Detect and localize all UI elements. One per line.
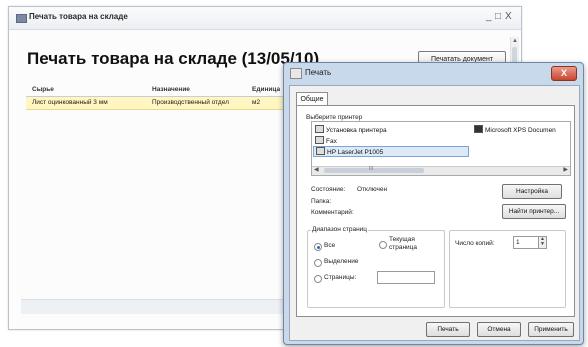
- printer-icon: [316, 147, 325, 155]
- status-label: Состояние:: [311, 186, 346, 193]
- app-icon: [16, 14, 27, 23]
- maximize-button[interactable]: □: [495, 11, 501, 22]
- table-header: Сырье Назначение Единица: [26, 85, 288, 97]
- radio-all-label: Все: [324, 242, 336, 249]
- printer-list[interactable]: Установка принтера Microsoft XPS Documen…: [311, 121, 571, 176]
- copies-input[interactable]: 1: [513, 236, 539, 249]
- xps-printer-icon: [474, 125, 483, 133]
- status-strip: [21, 299, 286, 314]
- tab-panel-general: Выберите принтер Установка принтера Micr…: [296, 105, 575, 317]
- column-header-unit[interactable]: Единица: [252, 86, 280, 93]
- dialog-title: Печать: [305, 68, 332, 77]
- scroll-right-icon[interactable]: ▶: [563, 166, 568, 173]
- printer-name: HP LaserJet P1005: [327, 149, 384, 156]
- cancel-button[interactable]: Отмена: [477, 322, 521, 337]
- tab-general[interactable]: Общие: [296, 92, 328, 106]
- printer-icon: [290, 68, 302, 79]
- table-row[interactable]: Лист оцинкованный 3 мм Производственный …: [26, 97, 288, 110]
- status-value: Отключен: [357, 186, 388, 193]
- window-title: Печать товара на складе: [29, 12, 128, 21]
- print-button[interactable]: Печать: [426, 322, 470, 337]
- cell-unit: м2: [252, 99, 261, 106]
- page-heading: Печать товара на складе (13/05/10): [27, 49, 320, 68]
- minimize-button[interactable]: _: [486, 11, 492, 22]
- select-printer-label: Выберите принтер: [305, 114, 364, 121]
- page-range-label: Диапазон страниц: [311, 226, 369, 233]
- printer-item-add[interactable]: Установка принтера: [315, 125, 387, 134]
- radio-current-page[interactable]: [379, 241, 387, 249]
- radio-selection[interactable]: [314, 259, 322, 267]
- printer-item-hp[interactable]: HP LaserJet P1005: [313, 146, 469, 157]
- radio-selection-label: Выделение: [324, 258, 359, 265]
- scroll-up-icon[interactable]: ▲: [512, 38, 518, 44]
- column-header-material[interactable]: Сырье: [32, 86, 54, 93]
- printer-item-fax[interactable]: Fax: [315, 136, 337, 145]
- column-header-purpose[interactable]: Назначение: [152, 86, 190, 93]
- radio-current-page-label: Текущая страница: [389, 236, 418, 251]
- add-printer-icon: [315, 125, 324, 133]
- pages-input[interactable]: [377, 271, 435, 284]
- preferences-button[interactable]: Настройка: [502, 184, 562, 199]
- printer-name: Fax: [326, 138, 337, 145]
- comment-label: Комментарий:: [311, 209, 354, 216]
- printer-item-xps[interactable]: Microsoft XPS Documen: [474, 125, 556, 134]
- cell-material: Лист оцинкованный 3 мм: [32, 99, 108, 106]
- radio-pages[interactable]: [314, 275, 322, 283]
- scroll-thumb[interactable]: [324, 168, 424, 173]
- scroll-left-icon[interactable]: ◀: [314, 166, 319, 173]
- print-dialog: Печать X Общие Выберите принтер Установк…: [283, 62, 584, 345]
- cell-purpose: Производственный отдел: [152, 99, 229, 106]
- close-button[interactable]: X: [505, 11, 512, 22]
- radio-pages-label: Страницы:: [324, 274, 357, 281]
- find-printer-button[interactable]: Найти принтер...: [502, 204, 566, 219]
- copies-label: Число копий:: [455, 240, 495, 247]
- dialog-title-bar: Печать X: [284, 63, 583, 83]
- apply-button[interactable]: Применить: [528, 322, 574, 337]
- dialog-close-button[interactable]: X: [551, 66, 577, 81]
- fax-icon: [315, 136, 324, 144]
- main-title-bar: Печать товара на складе _ □ X: [9, 7, 521, 30]
- horizontal-scrollbar[interactable]: ◀ III ▶: [312, 166, 570, 175]
- printer-name: Установка принтера: [326, 127, 387, 134]
- scroll-grip: III: [369, 166, 374, 172]
- dialog-body: Общие Выберите принтер Установка принтер…: [289, 85, 580, 341]
- printer-name: Microsoft XPS Documen: [485, 127, 556, 134]
- location-label: Папка:: [311, 198, 332, 205]
- radio-all[interactable]: [314, 243, 322, 251]
- copies-stepper[interactable]: ▲ ▼: [538, 236, 547, 249]
